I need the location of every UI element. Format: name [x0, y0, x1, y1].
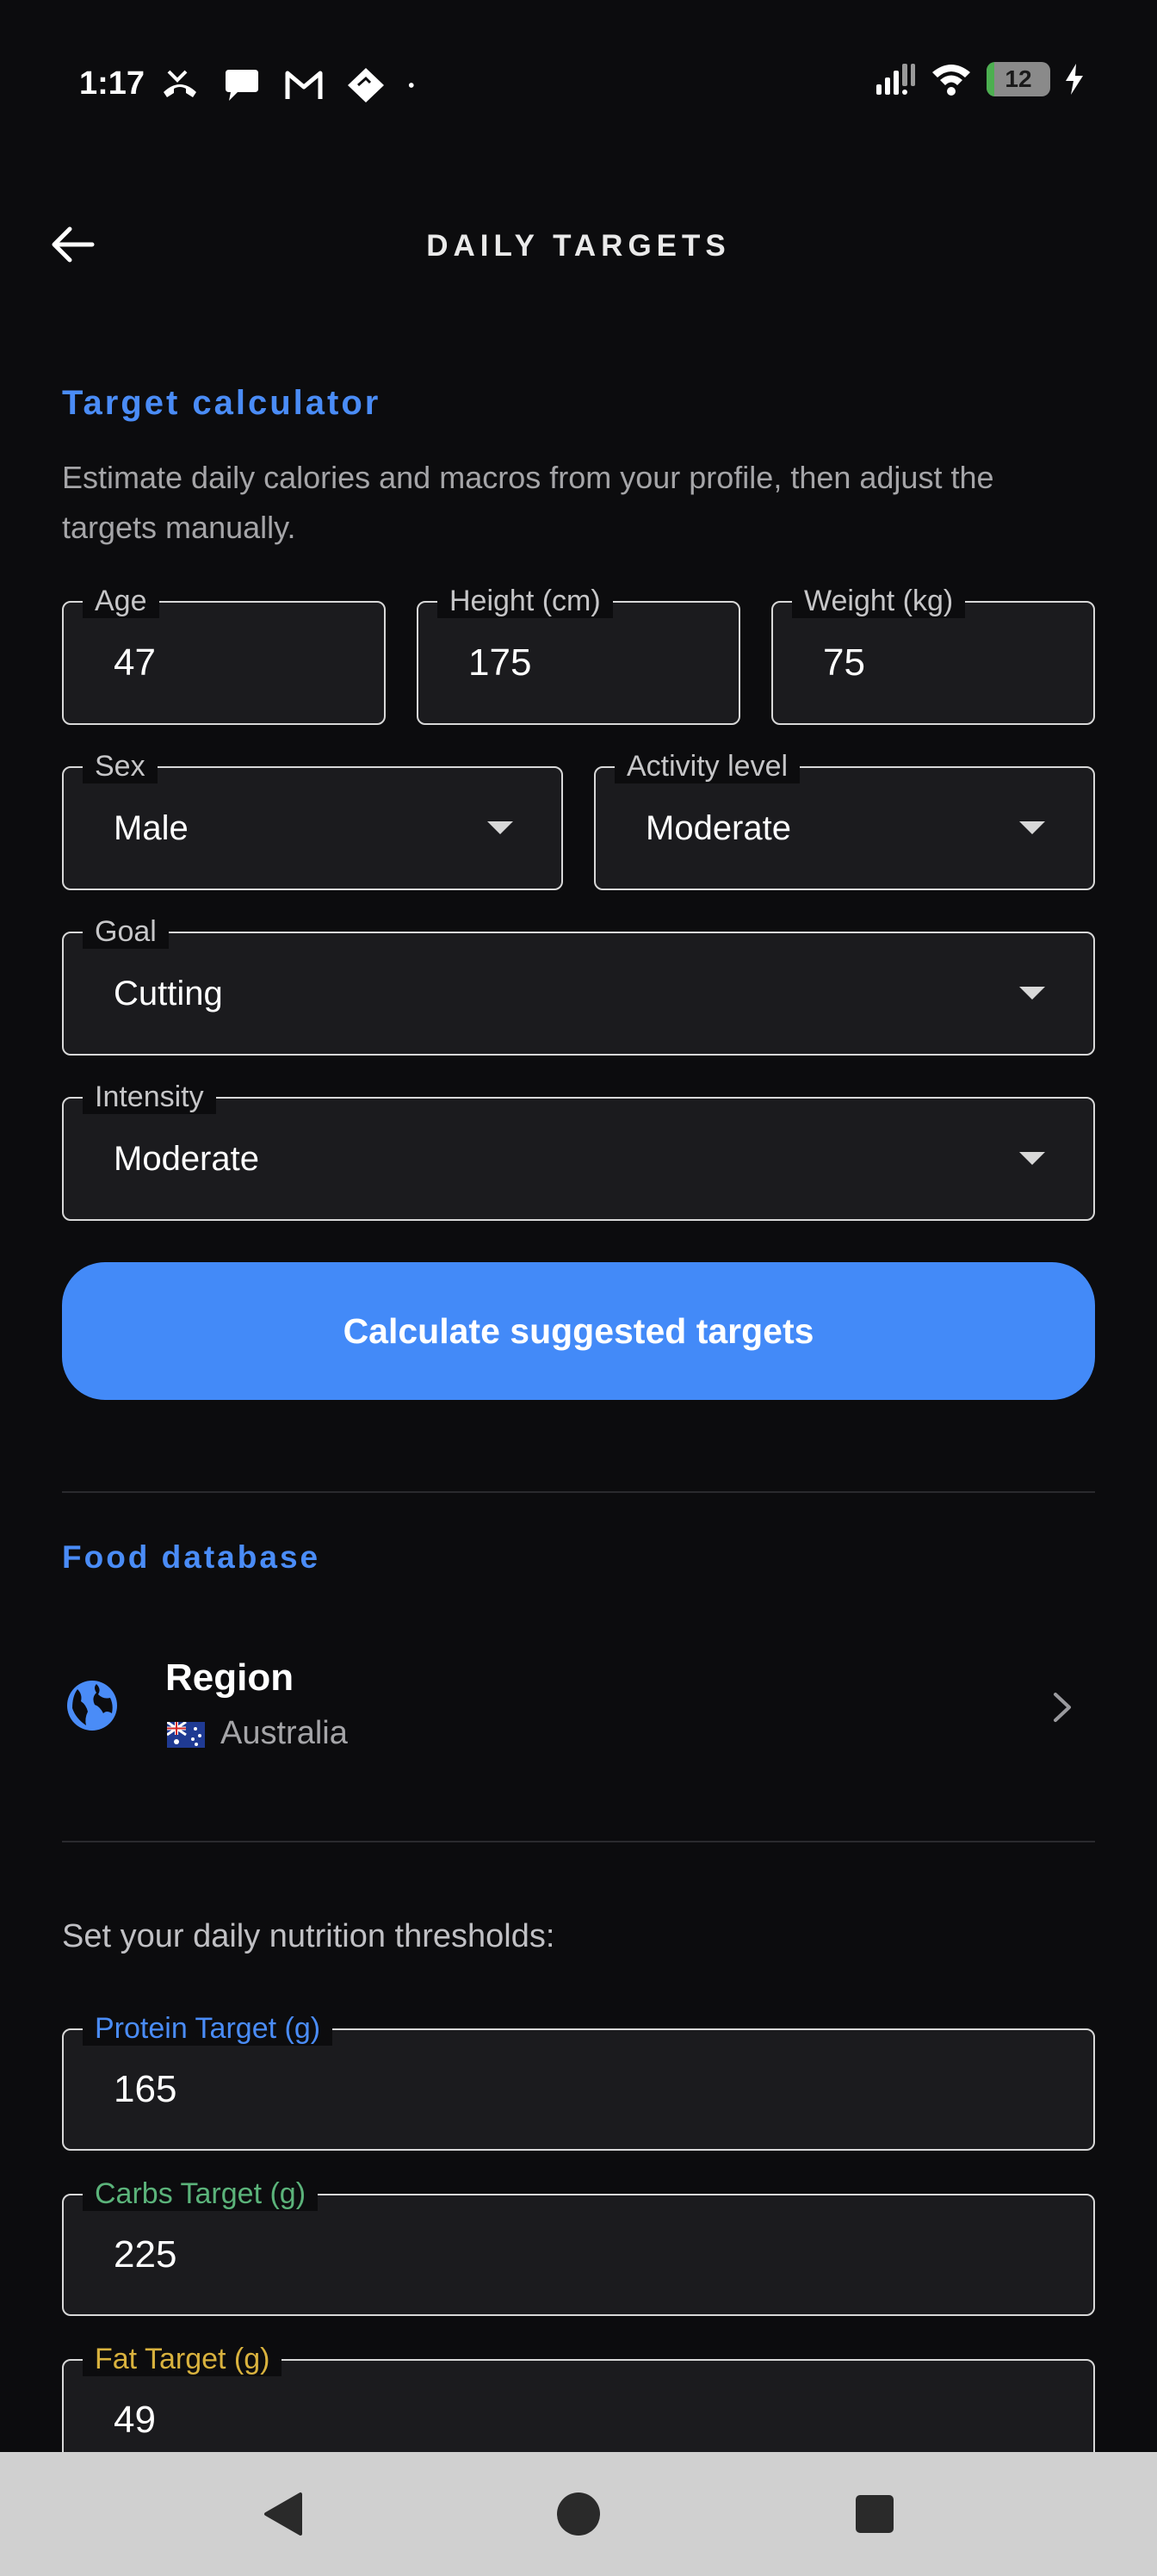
- system-icons: 12: [875, 62, 1085, 96]
- divider: [62, 1841, 1095, 1842]
- intensity-dropdown[interactable]: Intensity Moderate: [62, 1080, 1095, 1221]
- chat-bubble-icon: [226, 70, 258, 101]
- nav-home-icon: [557, 2492, 600, 2536]
- region-title: Region: [165, 1656, 294, 1699]
- weight-field[interactable]: Weight (kg) 75: [771, 584, 1095, 725]
- activity-dropdown[interactable]: Activity level Moderate: [594, 749, 1095, 890]
- australia-flag-icon: [167, 1722, 205, 1748]
- protein-target-value: 165: [114, 2068, 177, 2110]
- battery-icon: 12: [987, 62, 1050, 96]
- globe-icon: [67, 1681, 117, 1731]
- nav-recents-icon: [856, 2495, 894, 2533]
- goal-value: Cutting: [114, 974, 223, 1012]
- nav-back-button[interactable]: [257, 2488, 308, 2540]
- region-value: Australia: [220, 1715, 348, 1751]
- weight-label: Weight (kg): [792, 584, 966, 618]
- battery-level: 12: [1005, 65, 1032, 92]
- region-selector[interactable]: Region Australia: [62, 1636, 1095, 1782]
- signal-icon: [876, 64, 915, 95]
- navigation-bar: [0, 2452, 1157, 2576]
- chevron-right-icon: [1054, 1693, 1071, 1722]
- protein-target-field[interactable]: Protein Target (g) 165: [62, 2011, 1095, 2151]
- food-database-section-title: Food database: [62, 1539, 321, 1575]
- dropdown-arrow-icon: [1019, 1152, 1045, 1165]
- dot-icon: [408, 83, 414, 88]
- age-value: 47: [114, 641, 156, 684]
- wifi-icon: [932, 65, 970, 96]
- calculate-targets-button[interactable]: Calculate suggested targets: [62, 1262, 1095, 1400]
- gmail-icon: [285, 71, 323, 99]
- height-value: 175: [468, 641, 532, 684]
- intensity-value: Moderate: [114, 1139, 259, 1178]
- status-bar: 1:17 12: [0, 0, 1157, 172]
- carbs-target-field[interactable]: Carbs Target (g) 225: [62, 2177, 1095, 2316]
- status-time: 1:17: [79, 65, 145, 102]
- dropdown-arrow-icon: [1019, 821, 1045, 834]
- activity-value: Moderate: [646, 808, 791, 847]
- nav-home-button[interactable]: [553, 2488, 604, 2540]
- notification-icons: [158, 64, 427, 107]
- goal-dropdown[interactable]: Goal Cutting: [62, 914, 1095, 1056]
- sex-value: Male: [114, 808, 189, 847]
- nav-back-icon: [264, 2492, 302, 2536]
- nav-recents-button[interactable]: [849, 2488, 900, 2540]
- fat-target-label: Fat Target (g): [83, 2342, 282, 2376]
- weight-value: 75: [823, 641, 865, 684]
- diamond-icon: [348, 68, 384, 102]
- age-field[interactable]: Age 47: [62, 584, 386, 725]
- charging-icon: [1066, 64, 1083, 95]
- divider: [62, 1491, 1095, 1493]
- calculator-description: Estimate daily calories and macros from …: [62, 460, 994, 545]
- sex-dropdown[interactable]: Sex Male: [62, 749, 563, 890]
- calculator-section-title: Target calculator: [62, 384, 381, 422]
- carbs-target-value: 225: [114, 2233, 177, 2276]
- dropdown-arrow-icon: [487, 821, 513, 834]
- thresholds-intro: Set your daily nutrition thresholds:: [62, 1918, 555, 1954]
- height-field[interactable]: Height (cm) 175: [417, 584, 740, 725]
- dropdown-arrow-icon: [1019, 987, 1045, 1000]
- missed-call-icon: [164, 70, 196, 97]
- page-title: DAILY TARGETS: [426, 229, 731, 263]
